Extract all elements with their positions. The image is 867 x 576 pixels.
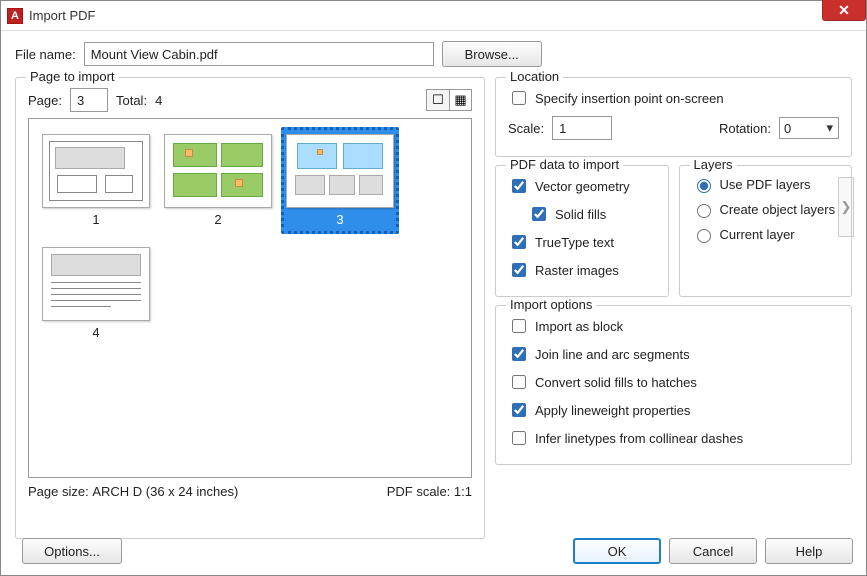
pdf-scale: PDF scale: 1:1	[387, 484, 472, 499]
thumb-preview	[286, 134, 394, 208]
ok-button[interactable]: OK	[573, 538, 661, 564]
raster-images-label: Raster images	[535, 263, 619, 278]
close-button[interactable]: ✕	[822, 0, 866, 21]
total-value: 4	[155, 93, 162, 108]
import-options-legend: Import options	[506, 297, 596, 312]
infer-linetypes-label: Infer linetypes from collinear dashes	[535, 431, 743, 446]
cancel-button[interactable]: Cancel	[669, 538, 757, 564]
use-pdf-layers-radio[interactable]	[697, 179, 711, 193]
solid-fills-checkbox[interactable]	[532, 207, 546, 221]
page-thumb-3[interactable]: 3	[281, 127, 399, 234]
page-input[interactable]	[70, 88, 108, 112]
view-single-icon[interactable]: ☐	[427, 90, 449, 110]
page-size: Page size: ARCH D (36 x 24 inches)	[28, 484, 238, 499]
total-label: Total:	[116, 93, 147, 108]
page-thumb-1[interactable]: 1	[37, 127, 155, 234]
pdf-data-legend: PDF data to import	[506, 157, 623, 172]
thumb-caption: 1	[92, 212, 99, 227]
rotation-label: Rotation:	[719, 121, 771, 136]
title-bar: A Import PDF ✕	[1, 1, 866, 31]
options-button[interactable]: Options...	[22, 538, 122, 564]
join-segments-label: Join line and arc segments	[535, 347, 690, 362]
convert-hatches-checkbox[interactable]	[512, 375, 526, 389]
scale-label: Scale:	[508, 121, 544, 136]
current-layer-label: Current layer	[720, 227, 795, 242]
rotation-select[interactable]	[779, 117, 839, 139]
location-legend: Location	[506, 69, 563, 84]
apply-lineweight-checkbox[interactable]	[512, 403, 526, 417]
truetype-text-label: TrueType text	[535, 235, 614, 250]
truetype-text-checkbox[interactable]	[512, 235, 526, 249]
infer-linetypes-checkbox[interactable]	[512, 431, 526, 445]
raster-images-checkbox[interactable]	[512, 263, 526, 277]
create-object-layers-label: Create object layers	[720, 202, 836, 217]
thumbnail-area: 1 2	[28, 118, 472, 478]
thumb-caption: 3	[336, 212, 343, 227]
thumb-caption: 4	[92, 325, 99, 340]
specify-insertion-label: Specify insertion point on-screen	[535, 91, 724, 106]
page-to-import-legend: Page to import	[26, 69, 119, 84]
use-pdf-layers-label: Use PDF layers	[720, 177, 811, 192]
thumb-caption: 2	[214, 212, 221, 227]
help-button[interactable]: Help	[765, 538, 853, 564]
convert-hatches-label: Convert solid fills to hatches	[535, 375, 697, 390]
view-toggle: ☐ ▦	[426, 89, 472, 111]
file-name-input[interactable]	[84, 42, 434, 66]
current-layer-radio[interactable]	[697, 229, 711, 243]
page-thumb-4[interactable]: 4	[37, 240, 155, 347]
page-thumb-2[interactable]: 2	[159, 127, 277, 234]
app-icon: A	[7, 8, 23, 24]
import-as-block-label: Import as block	[535, 319, 623, 334]
vector-geometry-checkbox[interactable]	[512, 179, 526, 193]
file-name-label: File name:	[15, 47, 76, 62]
browse-button[interactable]: Browse...	[442, 41, 542, 67]
create-object-layers-radio[interactable]	[697, 204, 711, 218]
thumb-preview	[42, 134, 150, 208]
layers-legend: Layers	[690, 157, 737, 172]
join-segments-checkbox[interactable]	[512, 347, 526, 361]
specify-insertion-checkbox[interactable]	[512, 91, 526, 105]
apply-lineweight-label: Apply lineweight properties	[535, 403, 690, 418]
vector-geometry-label: Vector geometry	[535, 179, 630, 194]
window-title: Import PDF	[29, 8, 95, 23]
thumb-preview	[164, 134, 272, 208]
view-grid-icon[interactable]: ▦	[449, 90, 471, 110]
import-as-block-checkbox[interactable]	[512, 319, 526, 333]
page-label: Page:	[28, 93, 62, 108]
scale-input[interactable]	[552, 116, 612, 140]
solid-fills-label: Solid fills	[555, 207, 606, 222]
thumb-preview	[42, 247, 150, 321]
